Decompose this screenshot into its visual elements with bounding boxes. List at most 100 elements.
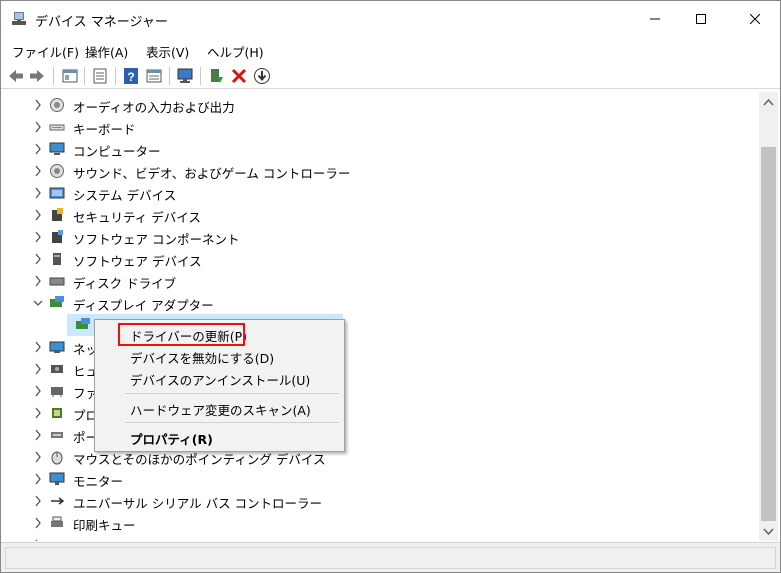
close-icon <box>750 14 760 24</box>
chevron-right-icon[interactable] <box>33 164 43 178</box>
chevron-right-icon[interactable] <box>33 472 43 486</box>
disk-drive-icon <box>49 277 65 286</box>
chevron-right-icon[interactable] <box>33 186 43 200</box>
tree-item-label: オーディオの入力および出力 <box>73 100 235 115</box>
chevron-right-icon[interactable] <box>33 450 43 464</box>
chevron-right-icon[interactable] <box>33 494 43 508</box>
context-item-label: デバイスを無効にする(D) <box>130 351 275 366</box>
download-icon[interactable] <box>253 67 271 85</box>
tree-item[interactable]: システム デバイス <box>5 182 759 204</box>
close-button[interactable] <box>732 1 778 37</box>
chevron-down-icon[interactable] <box>33 296 43 310</box>
chevron-right-icon[interactable] <box>33 252 43 266</box>
tree-item-label: ディスプレイ アダプター <box>73 298 214 313</box>
tree-item[interactable]: 印刷キュー <box>5 512 759 534</box>
tree-item-label: セキュリティ デバイス <box>73 210 201 225</box>
back-arrow-icon[interactable] <box>7 67 25 85</box>
tree-item[interactable]: ユニバーサル シリアル バス コントローラー <box>5 490 759 512</box>
chevron-right-icon[interactable] <box>33 362 43 376</box>
monitor-icon <box>49 472 65 485</box>
update-driver-icon[interactable] <box>207 67 225 85</box>
tree-item-label: ソフトウェア デバイス <box>73 254 202 269</box>
storage-controller-icon <box>49 537 65 541</box>
chevron-right-icon[interactable] <box>33 142 43 156</box>
keyboard-icon <box>49 124 65 131</box>
context-item-label: プロパティ(R) <box>130 432 213 447</box>
list-view-icon[interactable] <box>91 67 109 85</box>
menu-action[interactable]: 操作(A) <box>85 42 128 61</box>
context-item-label: ハードウェア変更のスキャン(A) <box>130 403 311 418</box>
device-manager-icon <box>12 12 26 25</box>
tree-item[interactable]: キーボード <box>5 116 759 138</box>
menu-file[interactable]: ファイル(F) <box>12 42 79 61</box>
chevron-right-icon[interactable] <box>33 538 43 541</box>
toolbar-separator <box>169 67 170 85</box>
toolbar-separator <box>200 67 201 85</box>
highlight-box <box>118 323 245 346</box>
speaker-icon <box>50 164 64 178</box>
chevron-right-icon[interactable] <box>33 516 43 530</box>
context-item-uninstall-device[interactable]: デバイスのアンインストール(U) <box>95 367 344 389</box>
menu-bar: ファイル(F) 操作(A) 表示(V) ヘルプ(H) <box>1 39 780 61</box>
status-bar <box>1 542 780 572</box>
tree-item-label: キーボード <box>73 122 136 137</box>
mouse-icon <box>51 451 63 465</box>
maximize-button[interactable] <box>678 1 724 37</box>
maximize-icon <box>696 14 706 24</box>
menu-help[interactable]: ヘルプ(H) <box>207 42 264 61</box>
tree-item[interactable]: 記憶域コントローラー <box>5 534 759 541</box>
chevron-right-icon[interactable] <box>33 384 43 398</box>
context-item-label: デバイスのアンインストール(U) <box>130 373 311 388</box>
hid-icon <box>51 365 63 373</box>
tree-item[interactable]: コンピューター <box>5 138 759 160</box>
chevron-right-icon[interactable] <box>33 274 43 288</box>
vertical-scrollbar[interactable] <box>759 92 778 541</box>
toolbar-separator <box>84 67 85 85</box>
chevron-right-icon[interactable] <box>33 98 43 112</box>
scrollbar-thumb[interactable] <box>761 147 776 521</box>
scroll-up-icon[interactable] <box>763 98 774 106</box>
details-view-icon[interactable] <box>145 67 163 85</box>
context-separator <box>125 393 339 394</box>
tree-item-label: ソフトウェア コンポーネント <box>73 232 240 247</box>
chevron-right-icon[interactable] <box>33 230 43 244</box>
monitor-scan-icon[interactable] <box>176 67 194 85</box>
minimize-button[interactable] <box>632 1 678 37</box>
chevron-right-icon[interactable] <box>33 406 43 420</box>
tree-item[interactable]: モニター <box>5 468 759 490</box>
tree-item[interactable]: ディスク ドライブ <box>5 270 759 292</box>
computer-icon <box>49 142 65 155</box>
display-adapter-icon <box>50 296 64 307</box>
tree-item[interactable]: ソフトウェア コンポーネント <box>5 226 759 248</box>
tree-item[interactable]: サウンド、ビデオ、およびゲーム コントローラー <box>5 160 759 182</box>
device-tree[interactable]: オーディオの入力および出力 キーボードコンピューター サウンド、ビデオ、およびゲーム… <box>5 92 759 541</box>
tree-item-label: システム デバイス <box>73 188 177 203</box>
chevron-right-icon[interactable] <box>33 120 43 134</box>
software-device-icon <box>53 253 61 265</box>
tree-item[interactable]: ディスプレイ アダプター <box>5 292 759 314</box>
port-icon <box>51 432 63 438</box>
device-manager-window: デバイス マネージャー ファイル(F) 操作(A) 表示(V) ヘルプ(H) ? <box>0 0 781 573</box>
context-item-scan-hardware[interactable]: ハードウェア変更のスキャン(A) <box>95 397 344 419</box>
forward-arrow-icon[interactable] <box>28 67 46 85</box>
toolbar-separator <box>115 67 116 85</box>
security-device-icon <box>52 208 63 221</box>
help-icon[interactable]: ? <box>122 67 140 85</box>
scroll-down-icon[interactable] <box>763 528 774 536</box>
tree-item-label: 印刷キュー <box>73 518 136 533</box>
minimize-icon <box>650 18 660 20</box>
tree-item[interactable]: セキュリティ デバイス <box>5 204 759 226</box>
window-title: デバイス マネージャー <box>35 15 168 30</box>
tree-item-label: コンピューター <box>73 144 161 159</box>
uninstall-x-icon[interactable] <box>230 67 248 85</box>
tree-item[interactable]: オーディオの入力および出力 <box>5 94 759 116</box>
menu-view[interactable]: 表示(V) <box>146 42 189 61</box>
chevron-right-icon[interactable] <box>33 340 43 354</box>
chevron-right-icon[interactable] <box>33 208 43 222</box>
system-folder-icon <box>49 187 65 199</box>
properties-view-icon[interactable] <box>61 67 79 85</box>
tree-item[interactable]: ソフトウェア デバイス <box>5 248 759 270</box>
chevron-right-icon[interactable] <box>33 428 43 442</box>
context-item-properties[interactable]: プロパティ(R) <box>95 426 344 448</box>
context-item-disable-device[interactable]: デバイスを無効にする(D) <box>95 345 344 367</box>
